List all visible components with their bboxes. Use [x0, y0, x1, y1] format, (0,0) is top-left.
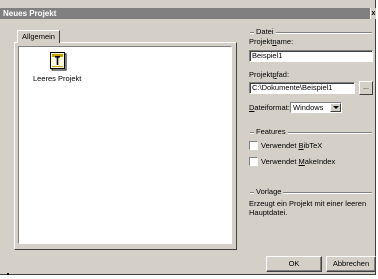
bibtex-label[interactable]: Verwendet BibTeX [261, 141, 322, 150]
cancel-button[interactable]: Abbrechen [326, 256, 376, 272]
template-label: Leeres Projekt [33, 74, 82, 83]
bibtex-checkbox[interactable] [249, 141, 258, 150]
vorlage-group-title: Vorlage [254, 187, 284, 196]
window-title: Neues Projekt [3, 9, 57, 18]
projektname-input[interactable]: Beispiel1 [249, 50, 373, 62]
ok-button[interactable]: OK [266, 256, 322, 272]
features-group-title: Features [254, 127, 288, 136]
title-bar: Neues Projekt x [0, 8, 376, 19]
chevron-down-icon[interactable] [330, 103, 341, 112]
template-item-leeres-projekt[interactable]: Leeres Projekt [31, 51, 87, 83]
close-button[interactable]: x [370, 8, 376, 19]
stray-dot [7, 273, 9, 275]
dateiformat-value: Windows [293, 103, 324, 112]
projektpfad-input[interactable]: C:\Dokumente\Beispiel1 [249, 82, 355, 94]
makeindex-label[interactable]: Verwendet MakeIndex [261, 157, 335, 166]
datei-group-title: Datei [254, 27, 276, 36]
vorlage-description: Erzeugt ein Projekt mit einer leeren Hau… [249, 199, 367, 217]
dateiformat-label: Dateiformat: [249, 103, 290, 112]
projektpfad-label: Projektpfad: [249, 70, 290, 79]
blank-document-icon [50, 52, 67, 71]
template-list[interactable]: Leeres Projekt [18, 46, 232, 244]
browse-button[interactable]: ... [359, 81, 373, 95]
dateiformat-select[interactable]: Windows [290, 102, 342, 113]
new-project-dialog: Neues Projekt x Allgemein Leeres Projekt… [0, 0, 376, 275]
projektname-label: Projektname: [249, 37, 294, 46]
tab-allgemein[interactable]: Allgemein [17, 30, 60, 43]
makeindex-checkbox[interactable] [249, 157, 258, 166]
